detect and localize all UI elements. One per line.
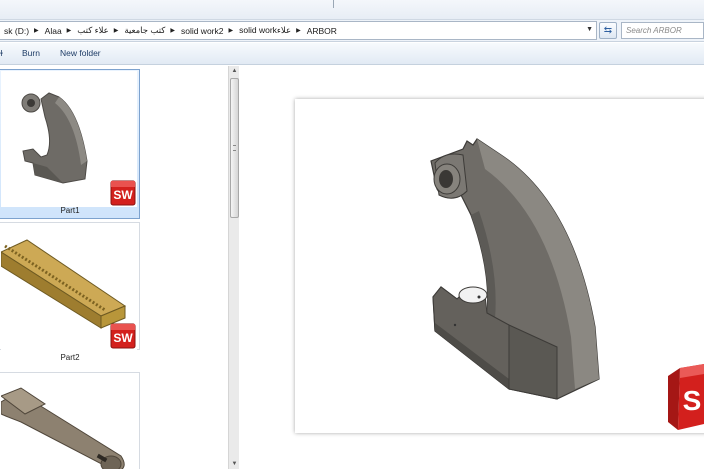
titlebar-divider [333, 0, 334, 8]
breadcrumb-alaa[interactable]: Alaa [41, 26, 65, 36]
list-item[interactable]: SW Part1 [0, 69, 140, 219]
preview-sheet [295, 99, 704, 433]
breadcrumb-arrow-icon[interactable]: ▶ [32, 27, 41, 34]
scrollbar-thumb[interactable] [230, 78, 239, 218]
breadcrumb-university-books[interactable]: كتب جامعية [120, 25, 168, 36]
breadcrumb-drive[interactable]: sk (D:) [0, 26, 32, 36]
sw-badge-icon: SW [110, 180, 136, 206]
breadcrumb-arrow-icon[interactable]: ▶ [65, 27, 74, 34]
breadcrumb-arrow-icon[interactable]: ▶ [168, 27, 177, 34]
list-item[interactable]: SW Part2 [0, 222, 140, 362]
burn-button[interactable]: Burn [22, 48, 40, 58]
new-folder-button[interactable]: New folder [60, 48, 101, 58]
window-titlebar [0, 0, 704, 20]
refresh-icon: ⇆ [603, 25, 613, 36]
gear-rack-thumbnail: SW [1, 224, 137, 350]
pinion-shaft-thumbnail [1, 374, 137, 469]
breadcrumb-arbor[interactable]: ARBOR [303, 26, 340, 36]
file-list-scrollbar[interactable]: ▲ ▼ [228, 66, 239, 469]
breadcrumb-books[interactable]: علاء كتب [73, 25, 111, 36]
address-bar: sk (D:) ▶ Alaa ▶ علاء كتب ▶ كتب جامعية ▶… [0, 20, 704, 42]
toolbar-cut-edge[interactable]: ɫ [0, 48, 3, 58]
file-name-label: Part2 [60, 353, 80, 362]
search-input[interactable]: Search ARBOR [621, 22, 704, 39]
breadcrumb-solid-work-alaa[interactable]: solid workعلاء [235, 25, 294, 36]
sw-badge-label: SW [113, 188, 133, 202]
command-bar: ɫ Burn New folder [0, 43, 704, 65]
arbor-bracket-preview [430, 138, 600, 400]
sw-badge-icon: SW [110, 323, 136, 349]
breadcrumb-arrow-icon[interactable]: ▶ [112, 27, 121, 34]
arbor-bracket-thumbnail: SW [1, 71, 137, 207]
grip-icon [233, 145, 236, 151]
svg-text:S: S [683, 385, 702, 416]
file-list: SW Part1 SW Part2 [0, 66, 228, 469]
scroll-down-icon[interactable]: ▼ [229, 459, 240, 469]
breadcrumb-arrow-icon[interactable]: ▶ [227, 27, 236, 34]
solidworks-logo-icon: S [668, 364, 704, 430]
chevron-down-icon[interactable]: ▼ [586, 26, 593, 33]
refresh-button[interactable]: ⇆ [599, 22, 617, 39]
sw-badge-label: SW [113, 331, 133, 345]
breadcrumb[interactable]: sk (D:) ▶ Alaa ▶ علاء كتب ▶ كتب جامعية ▶… [0, 21, 597, 40]
breadcrumb-solid-work2[interactable]: solid work2 [177, 26, 227, 36]
preview-pane: S [240, 66, 704, 469]
file-name-label: Part1 [60, 206, 80, 215]
list-item[interactable] [0, 372, 140, 469]
breadcrumb-arrow-icon[interactable]: ▶ [294, 27, 303, 34]
scroll-up-icon[interactable]: ▲ [229, 66, 240, 76]
